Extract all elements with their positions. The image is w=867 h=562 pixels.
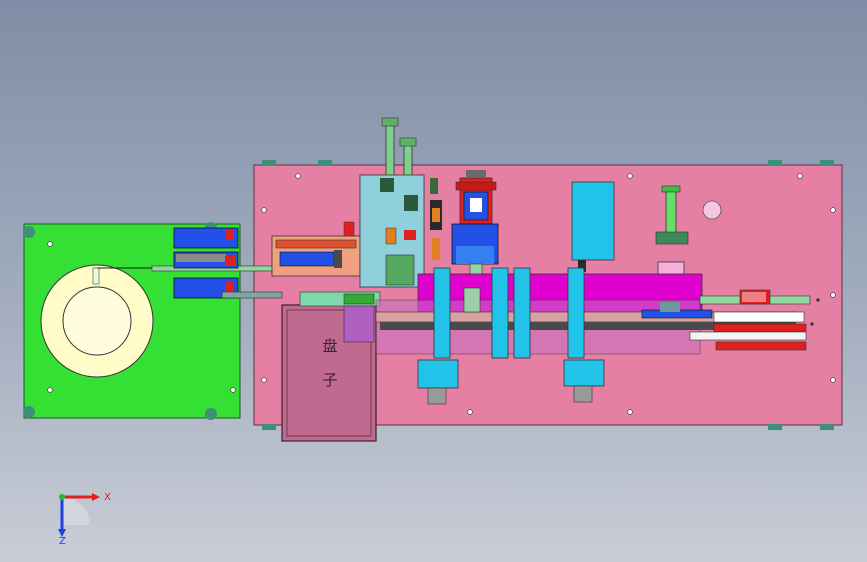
tray-label-line1: 盘	[322, 337, 337, 355]
connecting-rod	[221, 291, 283, 299]
cyan-actuator	[571, 181, 615, 272]
cad-assembly-view: 盘 子 X Z	[23, 117, 843, 547]
tray-label-line2: 子	[322, 371, 337, 389]
axis-triad: X Z	[58, 492, 111, 547]
x-axis-label: X	[104, 492, 111, 503]
material-reel	[40, 264, 154, 378]
z-axis-label: Z	[59, 536, 66, 547]
feeder-module	[173, 227, 239, 299]
y-axis-dot	[59, 494, 65, 500]
